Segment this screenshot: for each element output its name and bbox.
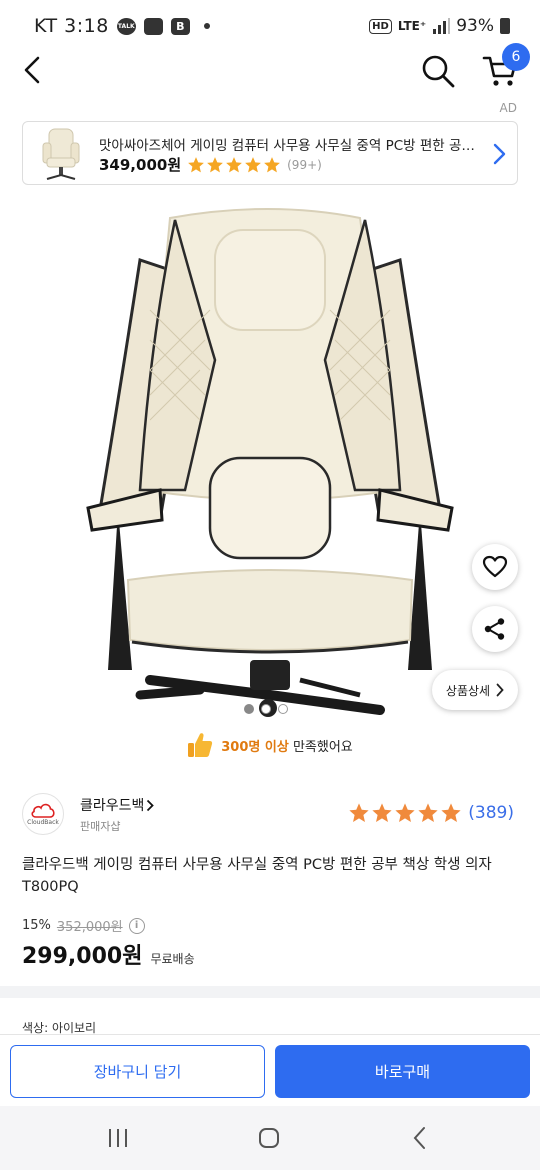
- product-title: 클라우드백 게이밍 컴퓨터 사무용 사무실 중역 PC방 편한 공부 책상 학생…: [22, 857, 492, 895]
- back-button[interactable]: [14, 52, 50, 88]
- star-icon: [207, 156, 223, 172]
- ad-product-thumbnail: [31, 125, 91, 183]
- star-rating: [348, 802, 462, 824]
- chevron-right-icon: [147, 799, 155, 811]
- seller-logo-text: CloudBack: [27, 819, 59, 826]
- hd-icon: HD: [369, 18, 392, 34]
- shipping-info: 무료배송: [150, 952, 195, 966]
- chevron-right-icon: [496, 683, 504, 697]
- gallery-pagination: [244, 704, 288, 714]
- info-icon[interactable]: i: [128, 917, 145, 934]
- system-back-button[interactable]: [400, 1120, 440, 1156]
- talk-icon: TALK: [116, 17, 136, 35]
- share-button[interactable]: [472, 606, 518, 652]
- star-icon: [226, 156, 242, 172]
- ad-banner[interactable]: 맛아싸아즈체어 게이밍 컴퓨터 사무용 사무실 중역 PC방 편한 공부 ...…: [22, 121, 518, 185]
- system-navigation-bar: [0, 1106, 540, 1170]
- cart-count-badge[interactable]: 6: [502, 43, 530, 71]
- satisfaction-banner: 300명 이상 만족했어요: [0, 730, 540, 760]
- buy-now-button[interactable]: 바로구매: [275, 1045, 530, 1098]
- more-notifications-icon: [203, 23, 210, 29]
- purchase-action-bar: 장바구니 담기 바로구매: [0, 1034, 540, 1106]
- blog-icon: B: [170, 17, 190, 35]
- satisfaction-text: 만족했어요: [292, 739, 353, 755]
- search-icon: [422, 55, 455, 88]
- network-indicator: LTE⁺: [397, 19, 427, 33]
- recent-apps-button[interactable]: [98, 1120, 138, 1156]
- ad-star-rating: [187, 156, 281, 174]
- signal-icon: [433, 18, 451, 34]
- seller-type: 판매자샵: [80, 820, 121, 833]
- star-icon: [264, 156, 280, 172]
- back-icon: [24, 56, 40, 84]
- sale-price: 299,000원: [22, 944, 143, 969]
- satisfaction-count: 300명 이상: [221, 739, 289, 755]
- back-icon: [413, 1127, 425, 1149]
- star-icon: [395, 803, 415, 822]
- star-icon: [441, 803, 461, 822]
- heart-icon: [482, 555, 508, 578]
- ad-price: 349,000원: [99, 156, 182, 174]
- thumbs-up-icon: [188, 733, 213, 757]
- discount-rate: 15%: [22, 918, 51, 933]
- ad-title: 맛아싸아즈체어 게이밍 컴퓨터 사무용 사무실 중역 PC방 편한 공부 ...: [99, 138, 479, 154]
- pagination-dot[interactable]: [261, 704, 271, 714]
- share-icon: [484, 618, 505, 640]
- star-icon: [188, 156, 204, 172]
- star-icon: [418, 803, 438, 822]
- review-count-link[interactable]: (389): [468, 803, 514, 823]
- pagination-dot[interactable]: [244, 704, 254, 714]
- product-image-gallery[interactable]: [0, 190, 540, 730]
- ad-tag: AD: [499, 101, 517, 115]
- star-icon: [349, 803, 369, 822]
- add-to-cart-button[interactable]: 장바구니 담기: [10, 1045, 265, 1098]
- recent-apps-icon: [109, 1129, 127, 1147]
- search-button[interactable]: [420, 52, 460, 88]
- cloud-logo-icon: [31, 803, 55, 818]
- status-bar: KT 3:18 TALK B HD LTE⁺ 93%: [0, 0, 540, 52]
- seller-name-link[interactable]: 클라우드백: [80, 795, 155, 815]
- discount-row: 15% 352,000원 i: [22, 916, 145, 935]
- battery-percent: 93%: [456, 16, 494, 36]
- product-detail-label: 상품상세: [445, 683, 491, 698]
- ad-review-count: (99+): [287, 157, 322, 172]
- top-nav: [0, 52, 540, 92]
- product-image: [86, 208, 454, 717]
- star-icon: [372, 803, 392, 822]
- pagination-dot[interactable]: [278, 704, 288, 714]
- chevron-right-icon: [493, 143, 506, 165]
- section-divider: [0, 986, 540, 998]
- home-button[interactable]: [249, 1120, 289, 1156]
- original-price: 352,000원: [56, 920, 123, 935]
- home-icon: [259, 1128, 279, 1148]
- notification-icon: [143, 17, 163, 35]
- seller-logo[interactable]: CloudBack: [22, 793, 64, 835]
- product-rating[interactable]: (389): [348, 802, 514, 824]
- battery-icon: [500, 18, 510, 34]
- seller-name: 클라우드백: [80, 798, 145, 814]
- wishlist-button[interactable]: [472, 544, 518, 590]
- status-time: KT 3:18: [34, 15, 109, 37]
- price-row: 299,000원 무료배송: [22, 938, 195, 970]
- star-icon: [245, 156, 261, 172]
- product-detail-button[interactable]: 상품상세: [432, 670, 518, 710]
